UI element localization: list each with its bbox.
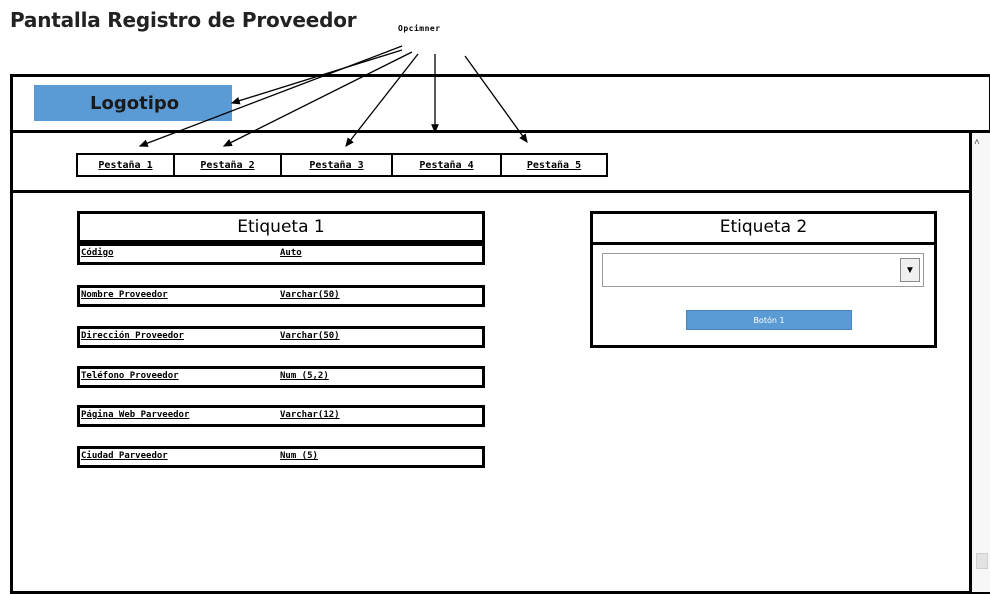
field-row-nombre[interactable]: Nombre Proveedor Varchar(50) xyxy=(77,285,485,307)
tab-5-label: Pestaña 5 xyxy=(526,159,582,171)
etiqueta-2-header: Etiqueta 2 xyxy=(590,211,937,245)
tab-2[interactable]: Pestaña 2 xyxy=(173,153,282,177)
logo-placeholder: Logotipo xyxy=(34,85,232,121)
field-row-direccion[interactable]: Dirección Proveedor Varchar(50) xyxy=(77,326,485,348)
tab-1[interactable]: Pestaña 1 xyxy=(76,153,175,177)
field-type: Num (5,2) xyxy=(280,371,329,381)
etiqueta-1-header: Etiqueta 1 xyxy=(77,211,485,243)
field-type: Varchar(12) xyxy=(280,410,340,420)
tab-2-label: Pestaña 2 xyxy=(200,159,255,171)
options-annotation: Opcimner xyxy=(398,24,441,33)
field-label: Dirección Proveedor xyxy=(81,331,184,341)
field-label: Página Web Parveedor xyxy=(81,410,190,420)
tab-1-label: Pestaña 1 xyxy=(98,159,153,171)
tab-3-label: Pestaña 3 xyxy=(309,159,364,171)
field-type: Num (5) xyxy=(280,451,318,461)
field-label: Teléfono Proveedor xyxy=(81,371,179,381)
field-label: Código xyxy=(81,248,114,258)
field-row-telefono[interactable]: Teléfono Proveedor Num (5,2) xyxy=(77,366,485,388)
field-type: Varchar(50) xyxy=(280,331,340,341)
field-label: Nombre Proveedor xyxy=(81,290,168,300)
logo-text: Logotipo xyxy=(90,92,180,114)
field-type: Varchar(50) xyxy=(280,290,340,300)
tab-4-label: Pestaña 4 xyxy=(419,159,474,171)
field-row-codigo[interactable]: Código Auto xyxy=(77,243,485,265)
field-row-ciudad[interactable]: Ciudad Parveedor Num (5) xyxy=(77,446,485,468)
etiqueta-2-title: Etiqueta 2 xyxy=(719,216,808,237)
nav-divider xyxy=(10,190,972,193)
dropdown-arrow-icon[interactable]: ▼ xyxy=(900,258,920,282)
etiqueta-1-title: Etiqueta 1 xyxy=(237,217,325,237)
boton-1-label: Botón 1 xyxy=(753,315,785,325)
tab-3[interactable]: Pestaña 3 xyxy=(280,153,393,177)
field-label: Ciudad Parveedor xyxy=(81,451,168,461)
field-type: Auto xyxy=(280,248,302,258)
scroll-up-icon[interactable]: ˄ xyxy=(974,138,980,148)
field-row-pagina-web[interactable]: Página Web Parveedor Varchar(12) xyxy=(77,405,485,427)
tab-bar: Pestaña 1 Pestaña 2 Pestaña 3 Pestaña 4 … xyxy=(76,153,608,177)
scrollbar-thumb[interactable] xyxy=(976,553,988,569)
header-divider xyxy=(10,130,990,133)
boton-1-button[interactable]: Botón 1 xyxy=(686,310,852,330)
tab-4[interactable]: Pestaña 4 xyxy=(391,153,502,177)
vertical-scrollbar[interactable] xyxy=(972,133,990,592)
tab-5[interactable]: Pestaña 5 xyxy=(500,153,608,177)
page-title: Pantalla Registro de Proveedor xyxy=(10,8,357,32)
etiqueta-2-dropdown[interactable] xyxy=(602,253,924,287)
